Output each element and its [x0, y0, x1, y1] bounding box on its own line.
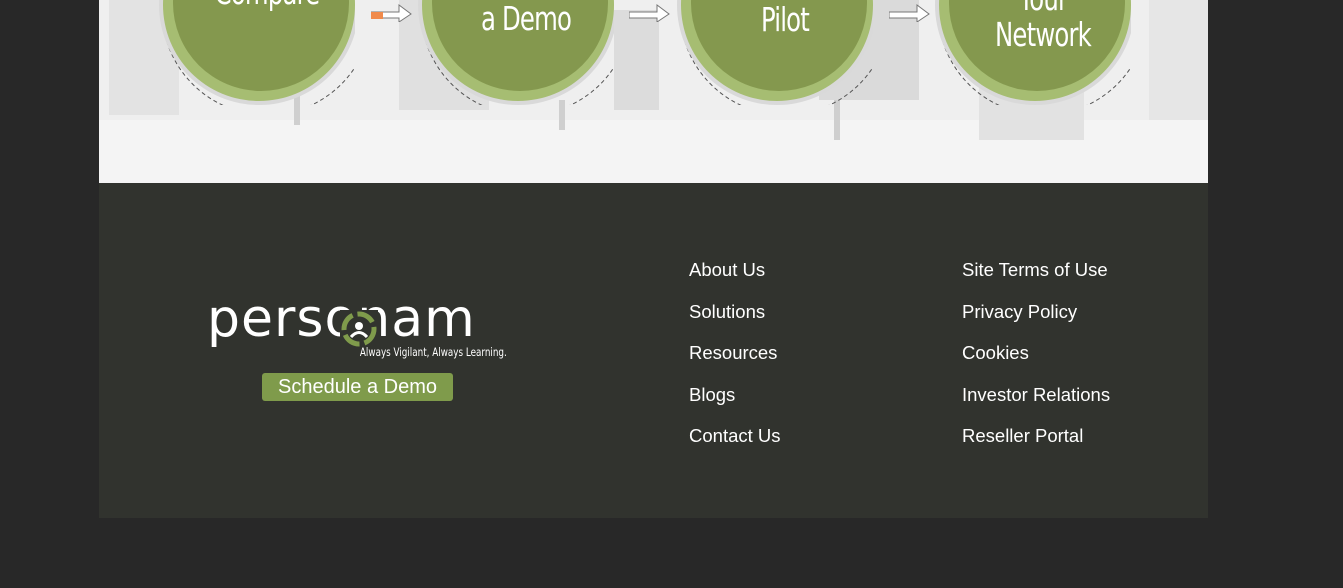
step-label: Your Network: [995, 0, 1092, 54]
footer-links-legal: Site Terms of Use Privacy Policy Cookies…: [962, 253, 1110, 461]
footer-link-reseller-portal[interactable]: Reseller Portal: [962, 419, 1110, 461]
schedule-demo-button[interactable]: Schedule a Demo: [262, 373, 453, 401]
brand-block: personam Always Vigilant, Always Learnin…: [207, 291, 507, 365]
footer-link-privacy-policy[interactable]: Privacy Policy: [962, 295, 1110, 337]
brand-tagline: Always Vigilant, Always Learning.: [360, 345, 507, 359]
arrow-right-icon: [629, 4, 670, 22]
footer-link-site-terms[interactable]: Site Terms of Use: [962, 253, 1110, 295]
step-schedule-demo: a Demo: [418, 0, 614, 105]
arrow-right-icon: [371, 4, 412, 22]
footer-link-cookies[interactable]: Cookies: [962, 336, 1110, 378]
footer-link-about-us[interactable]: About Us: [689, 253, 781, 295]
footer-link-investor-relations[interactable]: Investor Relations: [962, 378, 1110, 420]
step-label: Compare: [195, 0, 339, 11]
arrow-right-icon: [889, 4, 930, 22]
site-footer: personam Always Vigilant, Always Learnin…: [99, 183, 1208, 518]
page-frame: Compare a Demo: [99, 0, 1208, 518]
footer-link-blogs[interactable]: Blogs: [689, 378, 781, 420]
footer-link-resources[interactable]: Resources: [689, 336, 781, 378]
steps-banner: Compare a Demo: [99, 0, 1208, 183]
step-label: a Demo: [480, 0, 572, 38]
footer-link-solutions[interactable]: Solutions: [689, 295, 781, 337]
step-your-network: Your Network: [935, 0, 1131, 105]
step-circle-icon: [159, 0, 355, 105]
footer-links-company: About Us Solutions Resources Blogs Conta…: [689, 253, 781, 461]
step-pilot: Pilot: [677, 0, 873, 105]
footer-link-contact-us[interactable]: Contact Us: [689, 419, 781, 461]
step-compare: Compare: [159, 0, 355, 105]
step-label: Pilot: [761, 0, 810, 39]
logo-target-icon: [340, 310, 378, 348]
